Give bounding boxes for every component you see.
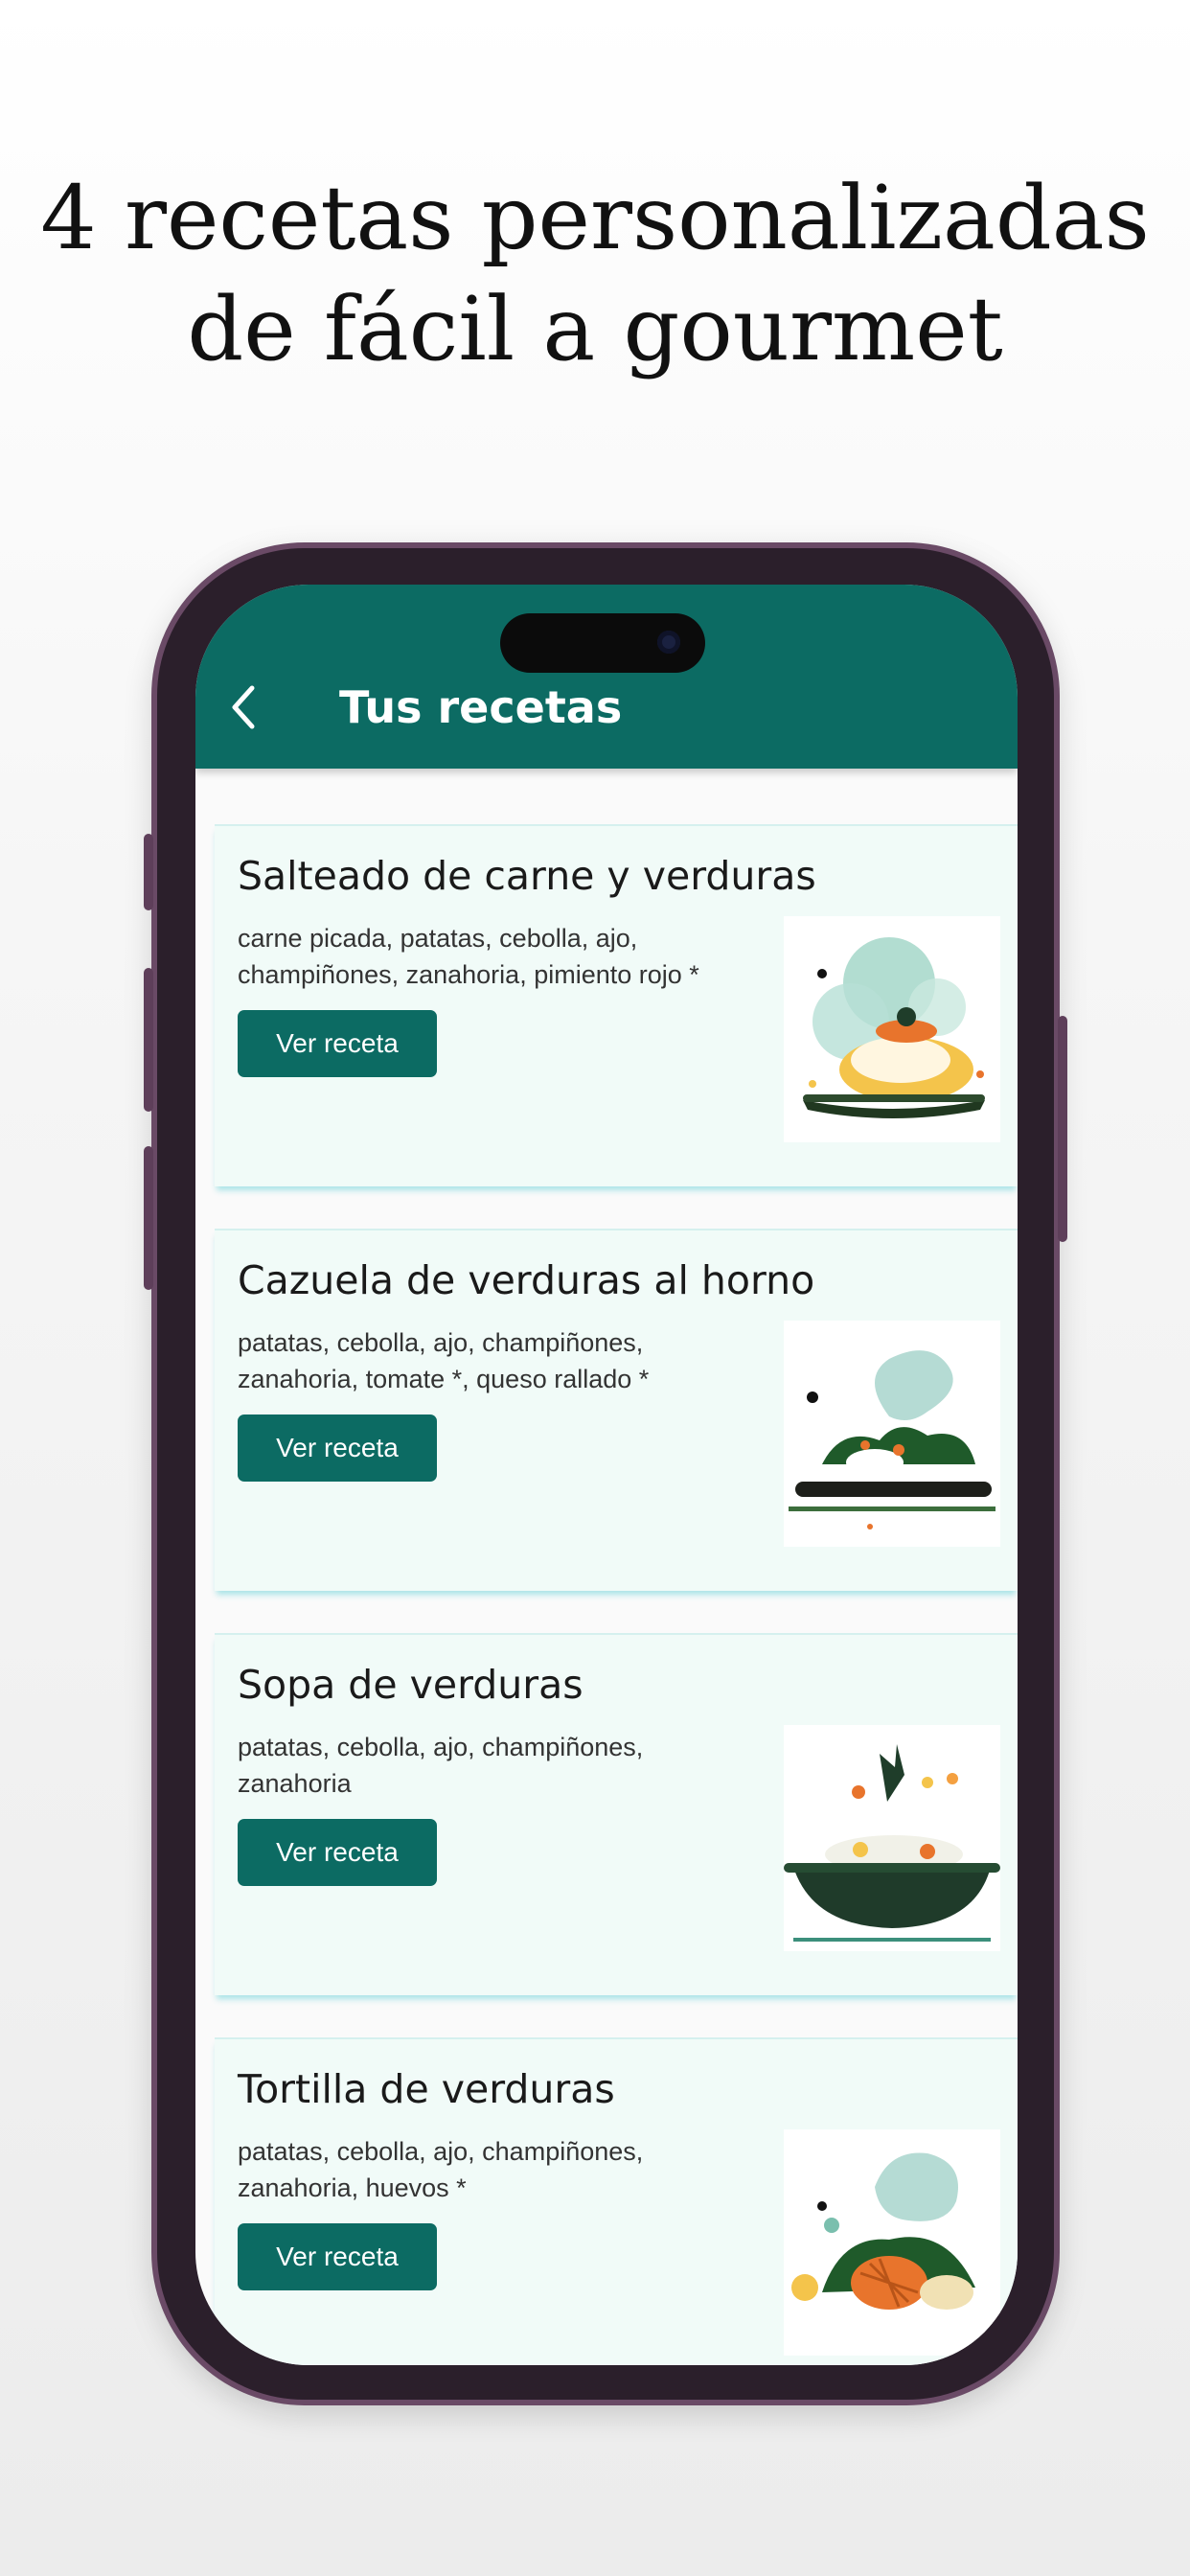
recipe-title: Cazuela de verduras al horno: [238, 1257, 815, 1303]
view-recipe-button[interactable]: Ver receta: [238, 2223, 437, 2290]
page-title: Tus recetas: [339, 681, 623, 733]
recipe-illustration: [784, 1321, 1000, 1547]
recipe-title: Salteado de carne y verduras: [238, 853, 816, 899]
recipe-card: Sopa de verduras patatas, cebolla, ajo, …: [215, 1633, 1018, 1995]
promo-title-line-2: de fácil a gourmet: [187, 278, 1003, 380]
recipe-illustration: [784, 916, 1000, 1142]
recipe-illustration: [784, 1725, 1000, 1951]
app-header: Tus recetas: [195, 585, 1018, 769]
phone-volume-down-button: [144, 1146, 153, 1290]
view-recipe-button[interactable]: Ver receta: [238, 1414, 437, 1482]
recipe-title: Tortilla de verduras: [238, 2066, 615, 2112]
recipe-illustration: [784, 2129, 1000, 2356]
recipe-list: Salteado de carne y verduras carne picad…: [215, 824, 1018, 2365]
phone-power-button: [1058, 1016, 1067, 1242]
recipe-card: Salteado de carne y verduras carne picad…: [215, 824, 1018, 1186]
recipe-card: Cazuela de verduras al horno patatas, ce…: [215, 1229, 1018, 1591]
recipe-ingredients: carne picada, patatas, cebolla, ajo, cha…: [238, 924, 699, 989]
omelette-illustration-icon: [791, 2152, 975, 2310]
recipe-ingredients: patatas, cebolla, ajo, champiñones, zana…: [238, 2137, 644, 2202]
recipe-card: Tortilla de verduras patatas, cebolla, a…: [215, 2037, 1018, 2365]
stir-fry-illustration-icon: [803, 937, 985, 1118]
recipe-ingredients: patatas, cebolla, ajo, champiñones, zana…: [238, 1733, 644, 1798]
promo-title: 4 recetas personalizadas de fácil a gour…: [0, 163, 1190, 385]
chevron-left-icon: [232, 685, 255, 729]
back-button[interactable]: [215, 678, 272, 736]
soup-illustration-icon: [784, 1744, 1000, 1942]
view-recipe-button[interactable]: Ver receta: [238, 1010, 437, 1077]
casserole-illustration-icon: [789, 1350, 995, 1530]
promo-title-line-1: 4 recetas personalizadas: [40, 167, 1150, 269]
dynamic-island: [500, 613, 705, 673]
phone-screen: Tus recetas Salteado de carne y verduras…: [195, 585, 1018, 2365]
phone-action-button: [144, 834, 153, 910]
recipe-ingredients: patatas, cebolla, ajo, champiñones, zana…: [238, 1328, 650, 1393]
view-recipe-button[interactable]: Ver receta: [238, 1819, 437, 1886]
camera-icon: [657, 631, 680, 654]
phone-volume-up-button: [144, 968, 153, 1112]
recipe-title: Sopa de verduras: [238, 1662, 584, 1708]
